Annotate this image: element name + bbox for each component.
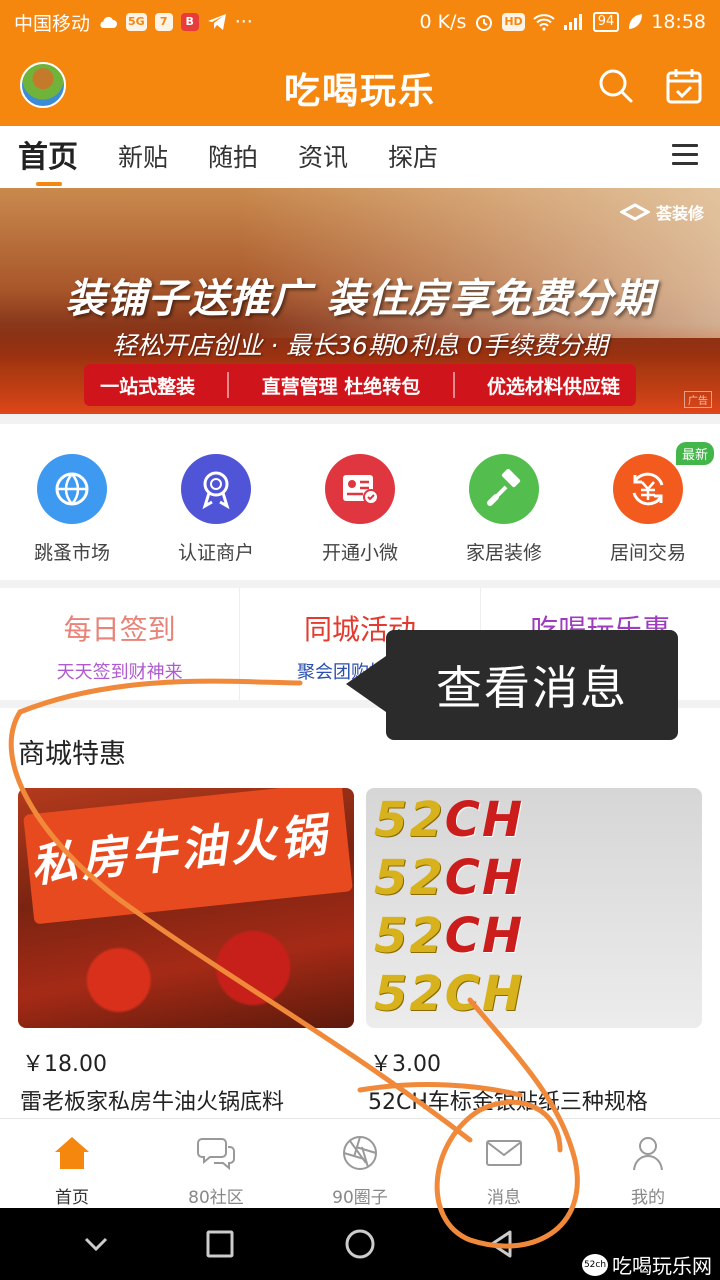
promo-title: 每日签到 xyxy=(63,613,176,646)
home-icon xyxy=(55,1137,89,1169)
grid-label: 开通小微 xyxy=(321,542,398,564)
tab-new-posts[interactable]: 新贴 xyxy=(118,126,168,188)
search-icon[interactable] xyxy=(596,66,636,106)
watermark: 52ch 吃喝玩乐网 xyxy=(582,1250,712,1279)
telegram-icon xyxy=(207,14,226,30)
chevron-down-icon[interactable] xyxy=(78,1226,114,1262)
screen: 中国移动 5G 7 B ··· 0 K/s HD 94 18:58 吃喝玩乐 首… xyxy=(0,0,720,1280)
grid-item-home-decoration[interactable]: 家居装修 xyxy=(432,424,576,580)
leaf-icon xyxy=(629,14,643,29)
battery-level: 94 xyxy=(597,14,615,29)
app-header: 吃喝玩乐 xyxy=(0,44,720,126)
promo-banner[interactable]: 荟装修 装铺子送推广 装住房享免费分期 轻松开店创业 · 最长36期0利息 0手… xyxy=(0,188,720,414)
calendar-check-icon[interactable] xyxy=(664,66,704,106)
grid-item-brokerage-trade[interactable]: 最新 居间交易 xyxy=(576,424,720,580)
clock: 18:58 xyxy=(651,11,706,33)
person-icon xyxy=(633,1137,663,1171)
grid-item-open-micro[interactable]: 开通小微 xyxy=(288,424,432,580)
signal-icon xyxy=(563,14,582,30)
nav-label: 消息 xyxy=(487,1188,521,1208)
product-card[interactable]: 私房牛油火锅 ￥18.00 雷老板家私房牛油火锅底料 xyxy=(18,788,354,1116)
product-name: 雷老板家私房牛油火锅底料 xyxy=(20,1090,285,1115)
product-card[interactable]: 52CH 52CH 52CH 52CH ￥3.00 52CH车标金银贴纸三种规格 xyxy=(366,788,702,1116)
view-messages-tooltip: 查看消息 xyxy=(346,630,678,740)
category-tabs: 首页 新贴 随拍 资讯 探店 xyxy=(0,126,720,188)
tab-news[interactable]: 资讯 xyxy=(298,126,348,188)
tab-store-visits[interactable]: 探店 xyxy=(388,126,438,188)
yuan-exchange-icon xyxy=(613,454,683,524)
nav-label: 首页 xyxy=(55,1188,89,1208)
product-name: 52CH车标金银贴纸三种规格 xyxy=(368,1090,648,1115)
ad-label: 广告 xyxy=(684,391,712,408)
grid-label: 家居装修 xyxy=(465,542,542,564)
banner-feature: 优选材料供应链 xyxy=(486,375,620,398)
hd-icon: HD xyxy=(502,13,525,31)
tab-home[interactable]: 首页 xyxy=(18,126,78,188)
product-image: 私房牛油火锅 xyxy=(18,788,354,1028)
paint-roller-icon xyxy=(469,454,539,524)
globe-icon xyxy=(37,454,107,524)
banner-feature: 一站式整装 xyxy=(100,375,196,398)
battery-icon: 94 xyxy=(592,12,620,32)
more-icon: ··· xyxy=(234,11,253,33)
nav-messages[interactable]: 消息 xyxy=(432,1119,576,1208)
nav-label: 80社区 xyxy=(188,1188,244,1208)
nav-profile[interactable]: 我的 xyxy=(576,1119,720,1208)
grid-label: 认证商户 xyxy=(177,542,254,564)
nav-home[interactable]: 首页 xyxy=(0,1119,144,1208)
status-bar: 中国移动 5G 7 B ··· 0 K/s HD 94 18:58 xyxy=(0,0,720,44)
banner-feature: 直营管理 杜绝转包 xyxy=(261,375,421,398)
grid-item-flea-market[interactable]: 跳蚤市场 xyxy=(0,424,144,580)
cloud-icon xyxy=(100,16,118,28)
grid-item-certified-merchant[interactable]: 认证商户 xyxy=(144,424,288,580)
watermark-text: 吃喝玩乐网 xyxy=(612,1254,712,1278)
nav-label: 我的 xyxy=(631,1188,665,1208)
product-image: 52CH 52CH 52CH 52CH xyxy=(366,788,702,1028)
nav-circles[interactable]: 90圈子 xyxy=(288,1119,432,1208)
network-speed: 0 K/s xyxy=(419,11,467,33)
promo-subtitle: 天天签到财神来 xyxy=(56,662,183,683)
mall-section: 商城特惠 私房牛油火锅 ￥18.00 雷老板家私房牛油火锅底料 52CH 52C… xyxy=(0,708,720,1118)
watermark-logo-icon: 52ch xyxy=(582,1253,608,1276)
id-card-icon xyxy=(325,454,395,524)
banner-brand-label: 荟装修 xyxy=(655,204,704,223)
bottom-nav: 首页 80社区 90圈子 消息 我的 xyxy=(0,1118,720,1208)
brand-logo-icon xyxy=(619,203,650,221)
product-price: ￥3.00 xyxy=(370,1052,441,1077)
banner-brand: 荟装修 xyxy=(619,200,704,224)
grid-label: 跳蚤市场 xyxy=(33,542,110,564)
banner-subline: 轻松开店创业 · 最长36期0利息 0手续费分期 xyxy=(112,331,608,360)
app-icon: 7 xyxy=(154,13,173,31)
nav-community[interactable]: 80社区 xyxy=(144,1119,288,1208)
tab-snapshots[interactable]: 随拍 xyxy=(208,126,258,188)
chat-bubbles-icon xyxy=(197,1138,235,1171)
envelope-icon xyxy=(486,1140,522,1166)
wifi-icon xyxy=(533,14,555,31)
medal-icon xyxy=(181,454,251,524)
product-image-text: 52CH xyxy=(374,966,525,1022)
alarm-icon xyxy=(476,15,493,31)
new-badge: 最新 xyxy=(675,442,714,465)
nav-label: 90圈子 xyxy=(332,1188,388,1208)
recents-icon[interactable] xyxy=(202,1226,238,1262)
back-icon[interactable] xyxy=(484,1226,520,1262)
section-title: 商城特惠 xyxy=(18,739,126,770)
grid-label: 居间交易 xyxy=(609,542,686,564)
quick-entry-grid: 跳蚤市场 认证商户 开通小微 家居装修 最新 居间交易 xyxy=(0,424,720,580)
banner-headline: 装铺子送推广 装住房享免费分期 xyxy=(65,276,655,322)
menu-icon[interactable] xyxy=(672,144,698,166)
product-price: ￥18.00 xyxy=(22,1052,107,1077)
home-button-icon[interactable] xyxy=(342,1226,378,1262)
5g-icon: 5G xyxy=(126,13,147,31)
news-icon: B xyxy=(180,13,199,31)
banner-features: 一站式整装 直营管理 杜绝转包 优选材料供应链 xyxy=(84,364,636,406)
carrier-label: 中国移动 xyxy=(14,12,91,35)
promo-daily-checkin[interactable]: 每日签到 天天签到财神来 xyxy=(0,588,241,700)
aperture-icon xyxy=(343,1136,377,1170)
